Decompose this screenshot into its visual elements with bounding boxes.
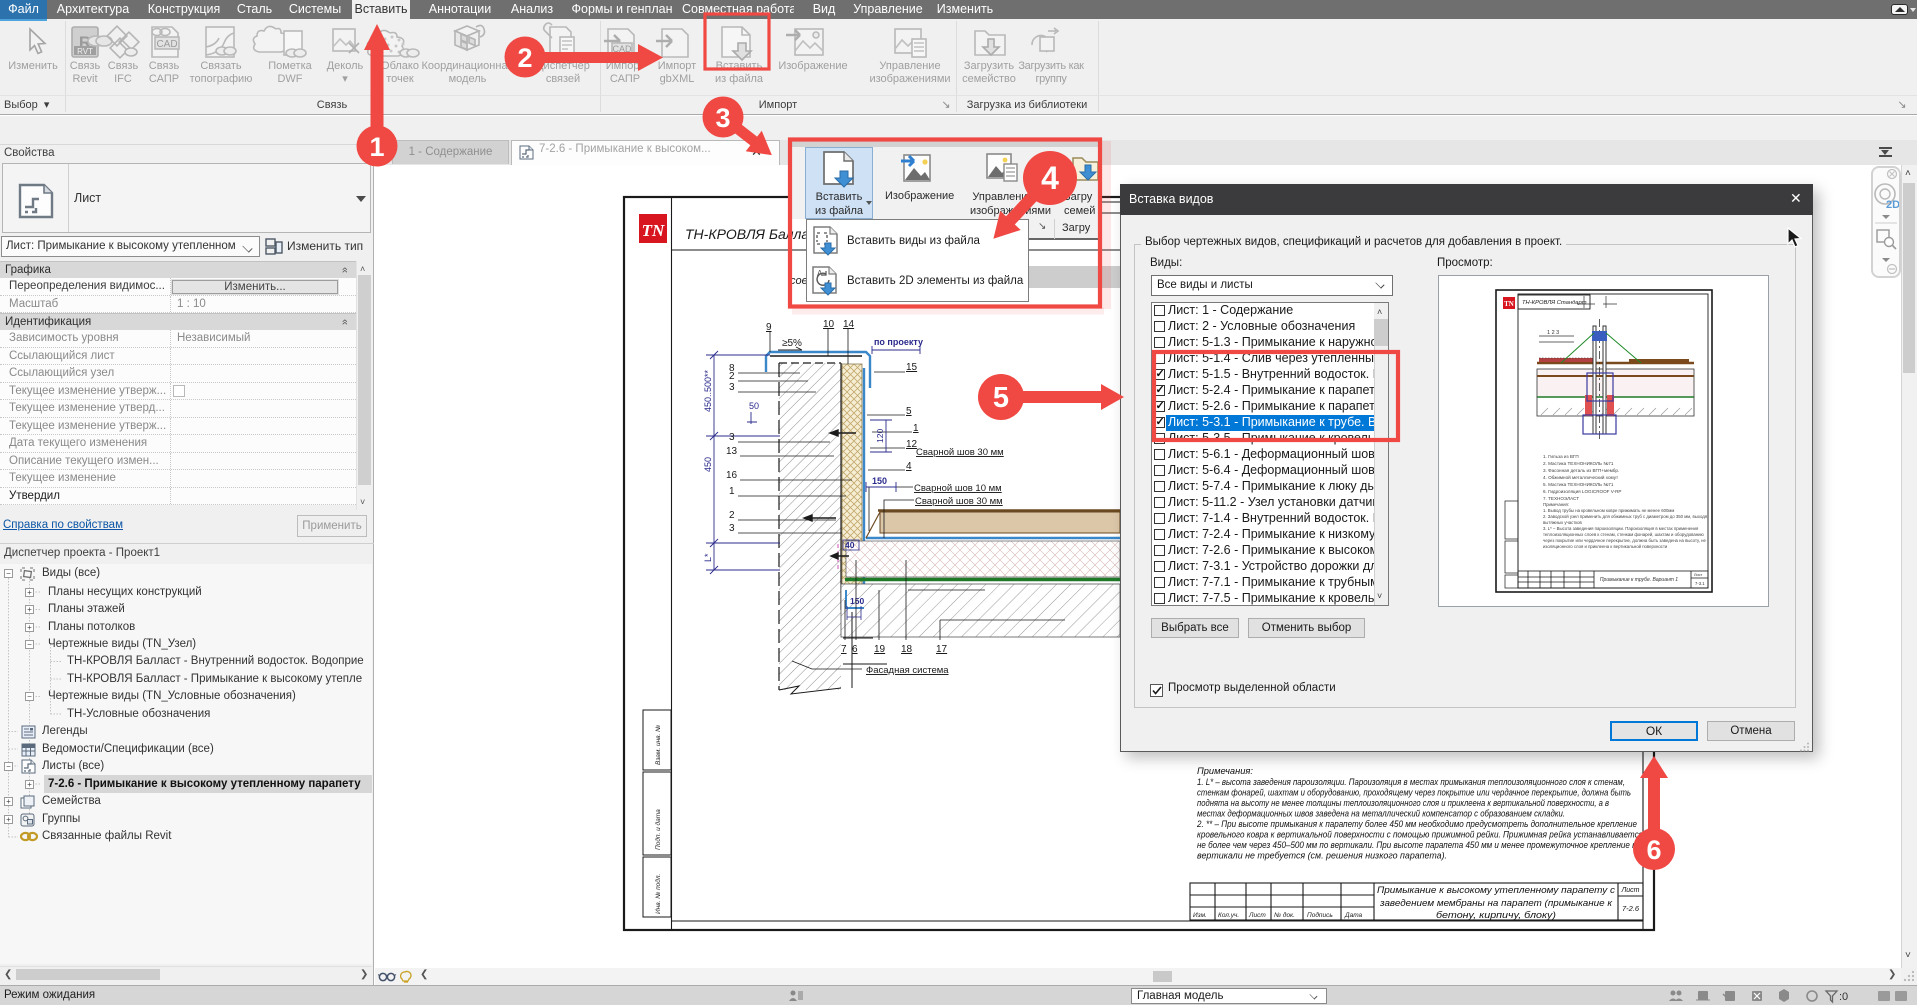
svg-text:19: 19 (874, 644, 886, 655)
svg-text:3. L* – Высота заведения парои: 3. L* – Высота заведения пароизоляции. П… (1543, 526, 1699, 531)
svg-text:17: 17 (936, 644, 948, 655)
svg-text:через покрытие или чердачное п: через покрытие или чердачное перекрытие,… (1543, 538, 1706, 543)
svg-text:1: 1 (913, 423, 919, 434)
svg-text:поднята на высоту не менее тол: поднята на высоту не менее толщины тепло… (1197, 798, 1609, 808)
svg-text:50: 50 (749, 401, 759, 411)
svg-text:2: 2 (729, 510, 735, 521)
svg-text:Примечания:: Примечания: (1543, 502, 1569, 507)
svg-text:местах деформационных швов зав: местах деформационных швов заведена на м… (1197, 809, 1565, 819)
svg-text:Подп. и дата: Подп. и дата (654, 809, 662, 850)
svg-text:Изм.: Изм. (1193, 912, 1207, 919)
svg-text:теплоизоляционных слоев к стен: теплоизоляционных слоев к стенам, стенка… (1543, 532, 1705, 537)
svg-text:2. Мастика ТЕХНОНИКОЛЬ №71: 2. Мастика ТЕХНОНИКОЛЬ №71 (1543, 461, 1614, 466)
svg-text:Кол.уч.: Кол.уч. (1218, 912, 1239, 919)
svg-text:5. Мастика ТЕХНОНИКОЛЬ №71: 5. Мастика ТЕХНОНИКОЛЬ №71 (1543, 482, 1614, 487)
svg-text:кровельного ковра к вертикальн: кровельного ковра к вертикальной поверхн… (1197, 830, 1643, 840)
svg-text:заведением мембраны на парапет: заведением мембраны на парапет (примыкан… (1379, 898, 1613, 908)
svg-text:9: 9 (766, 322, 772, 333)
svg-text:Фасадная система: Фасадная система (866, 665, 949, 676)
svg-text:1: 1 (729, 486, 735, 497)
svg-text:Сварной шов 10 мм: Сварной шов 10 мм (914, 483, 1002, 494)
svg-text:стенкам фонарей, шахтам и обор: стенкам фонарей, шахтам и оборудованию, … (1197, 788, 1631, 798)
svg-text:не более чем через 450–500 мм: не более чем через 450–500 мм по вертика… (1197, 840, 1641, 850)
svg-text:150: 150 (850, 596, 864, 606)
svg-text:2. ** – При высоте примыкания: 2. ** – При высоте примыкания к парапету… (1196, 819, 1637, 829)
svg-text:3: 3 (729, 523, 735, 534)
svg-text:№ док.: № док. (1274, 911, 1295, 919)
svg-text:18: 18 (901, 644, 913, 655)
svg-text:3: 3 (729, 382, 735, 393)
svg-text:4: 4 (906, 461, 912, 472)
svg-text:7-2.6: 7-2.6 (1622, 904, 1640, 913)
svg-text:Дата: Дата (1344, 912, 1363, 919)
svg-text:ТН-КРОВЛЯ Стандарт: ТН-КРОВЛЯ Стандарт (1522, 300, 1587, 306)
svg-text:450..500**: 450..500** (703, 369, 713, 412)
svg-text:7. ТЕХНОЭЛАСТ: 7. ТЕХНОЭЛАСТ (1543, 496, 1579, 501)
svg-text:2. Заводской узел применить дл: 2. Заводской узел применить для обжимных… (1543, 514, 1708, 519)
svg-text:Взам. инв. №: Взам. инв. № (655, 725, 662, 765)
svg-text:1 2 3: 1 2 3 (1547, 330, 1559, 336)
svg-text::0: :0 (1839, 991, 1848, 1003)
svg-text:Подпись: Подпись (1307, 911, 1333, 919)
svg-text:15: 15 (906, 362, 918, 373)
svg-text:5: 5 (906, 406, 912, 417)
svg-text:16: 16 (726, 470, 738, 481)
svg-text:150: 150 (872, 476, 887, 486)
svg-text:вертикали не требуется (см. ре: вертикали не требуется (см. решения низк… (1197, 851, 1447, 861)
svg-text:4. Обжимной металлический хому: 4. Обжимной металлический хомут (1543, 474, 1619, 480)
svg-text:1. Гильза из ВГП: 1. Гильза из ВГП (1543, 454, 1579, 459)
svg-text:Примыкание к высокому утепленн: Примыкание к высокому утепленному парапе… (1377, 885, 1615, 895)
svg-text:450: 450 (703, 457, 713, 472)
svg-text:14: 14 (843, 319, 855, 330)
svg-text:Лист: Лист (1620, 887, 1639, 894)
svg-text:TN: TN (1504, 300, 1514, 308)
svg-text:Сварной шов 30 мм: Сварной шов 30 мм (915, 496, 1003, 507)
svg-text:40: 40 (845, 540, 855, 550)
svg-text:A: A (817, 269, 823, 278)
svg-text:Инв. № подл.: Инв. № подл. (654, 873, 662, 914)
svg-text:6. Гидроизоляция LOGICROOF V-R: 6. Гидроизоляция LOGICROOF V-RP (1543, 489, 1621, 494)
svg-text:L*: L* (703, 553, 713, 562)
svg-text:2: 2 (729, 371, 735, 382)
svg-text:3: 3 (729, 432, 735, 443)
svg-text:120: 120 (875, 429, 885, 443)
svg-text:2D: 2D (1886, 199, 1899, 211)
svg-text:Лист: Лист (1694, 573, 1703, 577)
svg-text:1. Вывод трубы на кровельном к: 1. Вывод трубы на кровельном ковре прижи… (1543, 508, 1674, 513)
svg-text:вытяжных участков: вытяжных участков (1543, 520, 1583, 525)
svg-text:7: 7 (841, 644, 847, 655)
svg-text:изоляционного слоя и приклеена: изоляционного слоя и приклеена к вертика… (1543, 544, 1668, 549)
svg-text:RVT: RVT (77, 47, 93, 56)
svg-text:CAD: CAD (612, 44, 632, 54)
svg-text:≥5%: ≥5% (782, 338, 802, 349)
svg-text:TN: TN (642, 221, 665, 240)
svg-text:3. Фасонная деталь из ВГП+мемб: 3. Фасонная деталь из ВГП+мембр. (1543, 468, 1619, 473)
svg-text:13: 13 (726, 446, 738, 457)
svg-text:Примыкание к трубе. Вариант 1: Примыкание к трубе. Вариант 1 (1600, 577, 1678, 583)
svg-text:Лист: Лист (1248, 912, 1266, 919)
svg-text:бетону, кирпичу, блоку): бетону, кирпичу, блоку) (1436, 910, 1556, 920)
svg-text:CAD: CAD (156, 39, 177, 50)
svg-text:1. L* – высота заведения парои: 1. L* – высота заведения пароизоляции. П… (1197, 777, 1625, 787)
svg-text:7-3.1: 7-3.1 (1695, 581, 1705, 586)
svg-text:10: 10 (823, 319, 835, 330)
svg-text:по проекту: по проекту (874, 337, 923, 347)
svg-text:Примечания:: Примечания: (1197, 766, 1253, 776)
svg-text:Сварной шов 30 мм: Сварной шов 30 мм (916, 447, 1004, 458)
svg-text:6: 6 (852, 644, 858, 655)
